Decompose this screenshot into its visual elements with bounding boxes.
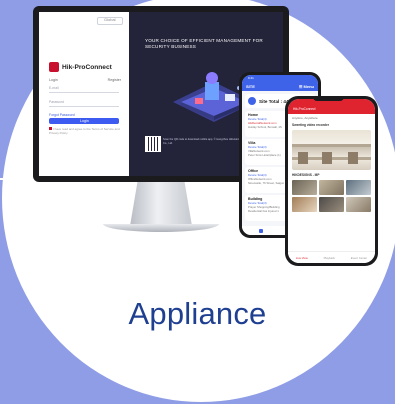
forgot-password-link[interactable]: Forgot Password [49,113,75,117]
email-field[interactable]: E-mail [49,86,119,93]
menu-button[interactable]: ☰ Menu [299,84,314,89]
camera-thumbnail[interactable] [319,197,344,212]
checkbox-icon [49,127,52,130]
bottom-nav: Live View Playback Event Center [288,251,375,263]
phone-live-view: Hik-ProConnect Anytime, Anywhere Sweetin… [285,96,378,266]
camera-thumbnail[interactable] [292,197,317,212]
divider-line [0,178,28,180]
status-bar: 9:41 [242,75,318,82]
region-button[interactable]: Global [97,17,123,25]
camera-thumbnails [292,180,371,212]
app-bar-title: SITE [246,84,255,89]
password-field[interactable]: Password [49,100,119,107]
appliance-caption: Appliance [128,296,267,331]
hero-headline: YOUR CHOICE OF EFFICIENT MANAGEMENT FOR … [145,38,263,49]
tab-register[interactable]: Register [108,78,121,82]
monitor-stand [130,182,192,226]
app-header: Hik-ProConnect [288,99,375,114]
site-icon [248,97,256,105]
brand-name: Hik-ProConnect [62,63,112,71]
tab-login[interactable]: Login [49,78,58,82]
login-panel: Global Hik-ProConnect Login Register E-m… [39,12,129,176]
camera-thumbnail[interactable] [346,197,371,212]
terms-checkbox[interactable]: I have read and agree to the Terms of Se… [49,127,121,135]
phone-notch [313,96,344,101]
camera-thumbnail[interactable] [292,180,317,195]
nav-live-view[interactable]: Live View [296,256,308,260]
nav-playback[interactable]: Playback [324,256,335,260]
phone-live-screen: Hik-ProConnect Anytime, Anywhere Sweetin… [288,99,375,263]
section-title: HIKDESIGNS - MP [292,173,320,177]
home-icon[interactable] [259,228,263,233]
camera-thumbnail[interactable] [319,180,344,195]
app-subtitle: Anytime, Anywhere [292,116,318,120]
login-tabs: Login Register [49,78,121,82]
camera-feed-main[interactable] [292,130,371,170]
camera-thumbnail[interactable] [346,180,371,195]
nav-event-center[interactable]: Event Center [351,256,367,260]
brand: Hik-ProConnect [49,62,112,72]
monitor-base [103,224,219,232]
app-header-title: Hik-ProConnect [293,107,316,111]
section-title: Sweeting video recorder [292,123,330,127]
qr-code-icon[interactable] [145,136,161,152]
login-button[interactable]: Login [49,118,119,124]
app-bar: SITE ☰ Menu [242,82,318,91]
brand-logo-icon [49,62,59,72]
